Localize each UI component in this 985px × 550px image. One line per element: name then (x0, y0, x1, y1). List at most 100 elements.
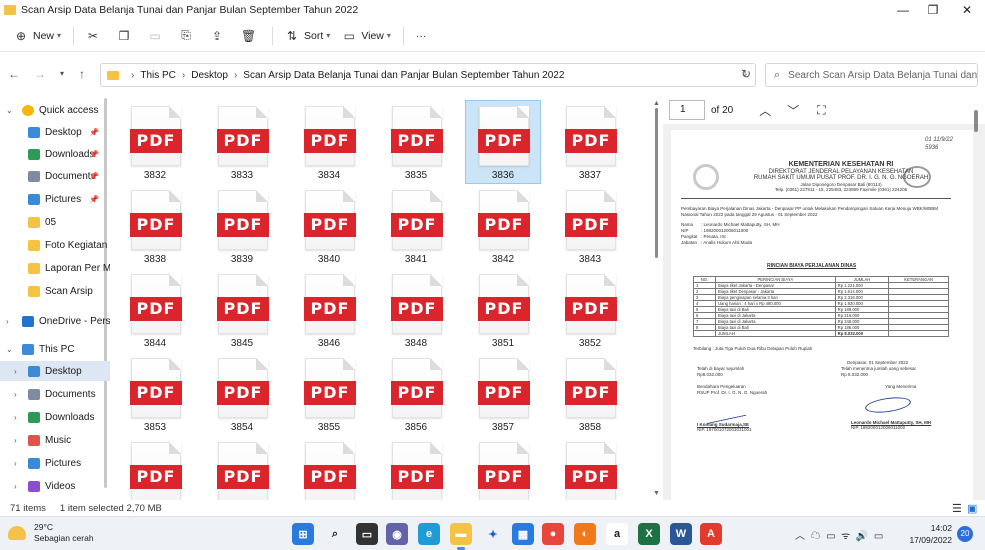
system-tray[interactable]: ︿ ☁ ▭ ᯤ 🔊 ▭ (795, 527, 883, 542)
firefox-icon[interactable]: ◐ (574, 523, 596, 545)
tiles-view-icon[interactable]: ▣ (967, 502, 977, 515)
store-icon[interactable]: ▦ (512, 523, 534, 545)
file-item[interactable]: PDF 3845 (204, 268, 280, 352)
search-input[interactable]: ⌕ Search Scan Arsip Data Belanja Tunai d… (765, 63, 978, 87)
nav-item-scan-arsip[interactable]: Scan Arsip (0, 281, 110, 301)
next-page-icon[interactable]: ﹀ (787, 102, 799, 119)
file-item[interactable]: PDF 3841 (378, 184, 454, 268)
chevron-right-icon[interactable]: › (14, 459, 17, 468)
preview-scrollbar[interactable] (974, 104, 980, 496)
nav-item-desktop[interactable]: Desktop 📌 (0, 122, 110, 142)
nav-item-quick-access[interactable]: ⌄ Quick access (0, 100, 110, 120)
clock[interactable]: 14:02 17/09/2022 (908, 522, 952, 546)
nav-item-foto-kegiatan-i[interactable]: Foto Kegiatan I (0, 235, 110, 255)
view-button[interactable]: ▭ View ▾ (336, 24, 397, 48)
chrome-icon[interactable]: ● (542, 523, 564, 545)
refresh-icon[interactable]: ↻ (738, 66, 754, 82)
notification-badge[interactable]: 20 (957, 526, 973, 542)
start-icon[interactable]: ⊞ (292, 523, 314, 545)
forward-arrow-icon[interactable]: → (32, 66, 48, 82)
file-item[interactable]: PDF (552, 436, 628, 500)
maximize-button[interactable]: ❐ (915, 0, 951, 20)
word-icon[interactable]: W (670, 523, 692, 545)
new-button[interactable]: ⊕ New ▾ (8, 24, 67, 48)
fit-page-icon[interactable]: ⛶ (817, 103, 825, 118)
sort-button[interactable]: ⇅ Sort ▾ (279, 24, 336, 48)
nav-item-videos[interactable]: › Videos (0, 476, 110, 496)
details-view-icon[interactable]: ☰ (952, 502, 962, 515)
nav-item-downloads[interactable]: › Downloads (0, 407, 110, 427)
nav-item-pictures[interactable]: › Pictures (0, 453, 110, 473)
file-item[interactable]: PDF 3857 (465, 352, 541, 436)
page-number-input[interactable]: 1 (669, 100, 705, 120)
file-item[interactable]: PDF (378, 436, 454, 500)
weather-widget[interactable]: 29°C Sebagian cerah (8, 522, 94, 544)
nav-item-05[interactable]: 05 (0, 212, 110, 232)
file-item[interactable]: PDF 3842 (465, 184, 541, 268)
file-item[interactable]: PDF (291, 436, 367, 500)
scroll-thumb[interactable] (655, 108, 658, 258)
breadcrumb-this-pc[interactable]: This PC (140, 70, 176, 81)
file-item[interactable]: PDF 3855 (291, 352, 367, 436)
edge-icon[interactable]: e (418, 523, 440, 545)
file-item[interactable]: PDF 3858 (552, 352, 628, 436)
scroll-down-icon[interactable]: ▼ (653, 490, 660, 497)
chevron-right-icon[interactable]: › (14, 436, 17, 445)
nav-item-onedrive-perso[interactable]: › OneDrive - Perso (0, 311, 110, 331)
task-view-icon[interactable]: ▭ (356, 523, 378, 545)
file-item[interactable]: PDF 3837 (552, 100, 628, 184)
chevron-right-icon[interactable]: › (14, 413, 17, 422)
chevron-down-icon[interactable]: ⌄ (6, 345, 13, 354)
file-item[interactable]: PDF 3838 (117, 184, 193, 268)
file-item[interactable]: PDF 3852 (552, 268, 628, 352)
breadcrumb-current-folder[interactable]: Scan Arsip Data Belanja Tunai dan Panjar… (243, 70, 564, 81)
file-item[interactable]: PDF (117, 436, 193, 500)
dropbox-icon[interactable]: ✦ (482, 523, 504, 545)
file-item[interactable]: PDF 3851 (465, 268, 541, 352)
chevron-right-icon[interactable]: › (14, 367, 17, 376)
file-item[interactable]: PDF 3853 (117, 352, 193, 436)
previous-page-icon[interactable]: ︿ (759, 102, 771, 119)
nav-item-downloads[interactable]: Downloads 📌 (0, 144, 110, 164)
chevron-right-icon[interactable]: › (6, 317, 9, 326)
chevron-right-icon[interactable]: › (14, 390, 17, 399)
file-item[interactable]: PDF (465, 436, 541, 500)
file-item[interactable]: PDF 3834 (291, 100, 367, 184)
copy-button[interactable]: ❐ (111, 24, 142, 48)
file-item[interactable]: PDF 3840 (291, 184, 367, 268)
back-arrow-icon[interactable]: ← (6, 66, 22, 82)
nav-item-laporan-per-mi[interactable]: Laporan Per Mi (0, 258, 110, 278)
delete-button[interactable]: 🗑 (235, 24, 266, 48)
nav-item-this-pc[interactable]: ⌄ This PC (0, 339, 110, 359)
recent-dropdown-icon[interactable]: ▾ (54, 66, 70, 82)
nav-item-documents[interactable]: Documents 📌 (0, 166, 110, 186)
file-item[interactable]: PDF 3835 (378, 100, 454, 184)
file-item[interactable]: PDF 3832 (117, 100, 193, 184)
nav-item-documents[interactable]: › Documents (0, 384, 110, 404)
chevron-down-icon[interactable]: ⌄ (6, 106, 13, 115)
excel-icon[interactable]: X (638, 523, 660, 545)
file-item[interactable]: PDF 3839 (204, 184, 280, 268)
rename-button[interactable]: ⎘ (173, 24, 204, 48)
nav-item-music[interactable]: › Music (0, 430, 110, 450)
nav-item-desktop[interactable]: › Desktop (0, 361, 110, 381)
chat-icon[interactable]: ◉ (386, 523, 408, 545)
file-item[interactable]: PDF 3836 (465, 100, 541, 184)
file-item[interactable]: PDF 3854 (204, 352, 280, 436)
file-item[interactable]: PDF 3848 (378, 268, 454, 352)
chevron-right-icon[interactable]: › (14, 482, 17, 491)
breadcrumb-desktop[interactable]: Desktop (191, 70, 228, 81)
file-list-scrollbar[interactable]: ▲ ▼ (653, 100, 660, 500)
file-item[interactable]: PDF 3844 (117, 268, 193, 352)
close-button[interactable]: ✕ (949, 0, 985, 20)
more-options-button[interactable]: ··· (410, 24, 433, 48)
file-item[interactable]: PDF 3856 (378, 352, 454, 436)
address-bar[interactable]: › This PC › Desktop › Scan Arsip Data Be… (100, 63, 756, 87)
file-explorer-icon[interactable]: ▬ (450, 523, 472, 550)
paste-button[interactable]: ▭ (142, 24, 173, 48)
acrobat-icon[interactable]: A (700, 523, 722, 545)
up-arrow-icon[interactable]: ↑ (74, 66, 90, 82)
share-button[interactable]: ⇪ (204, 24, 235, 48)
amazon-icon[interactable]: a (606, 523, 628, 545)
nav-item-pictures[interactable]: Pictures 📌 (0, 189, 110, 209)
